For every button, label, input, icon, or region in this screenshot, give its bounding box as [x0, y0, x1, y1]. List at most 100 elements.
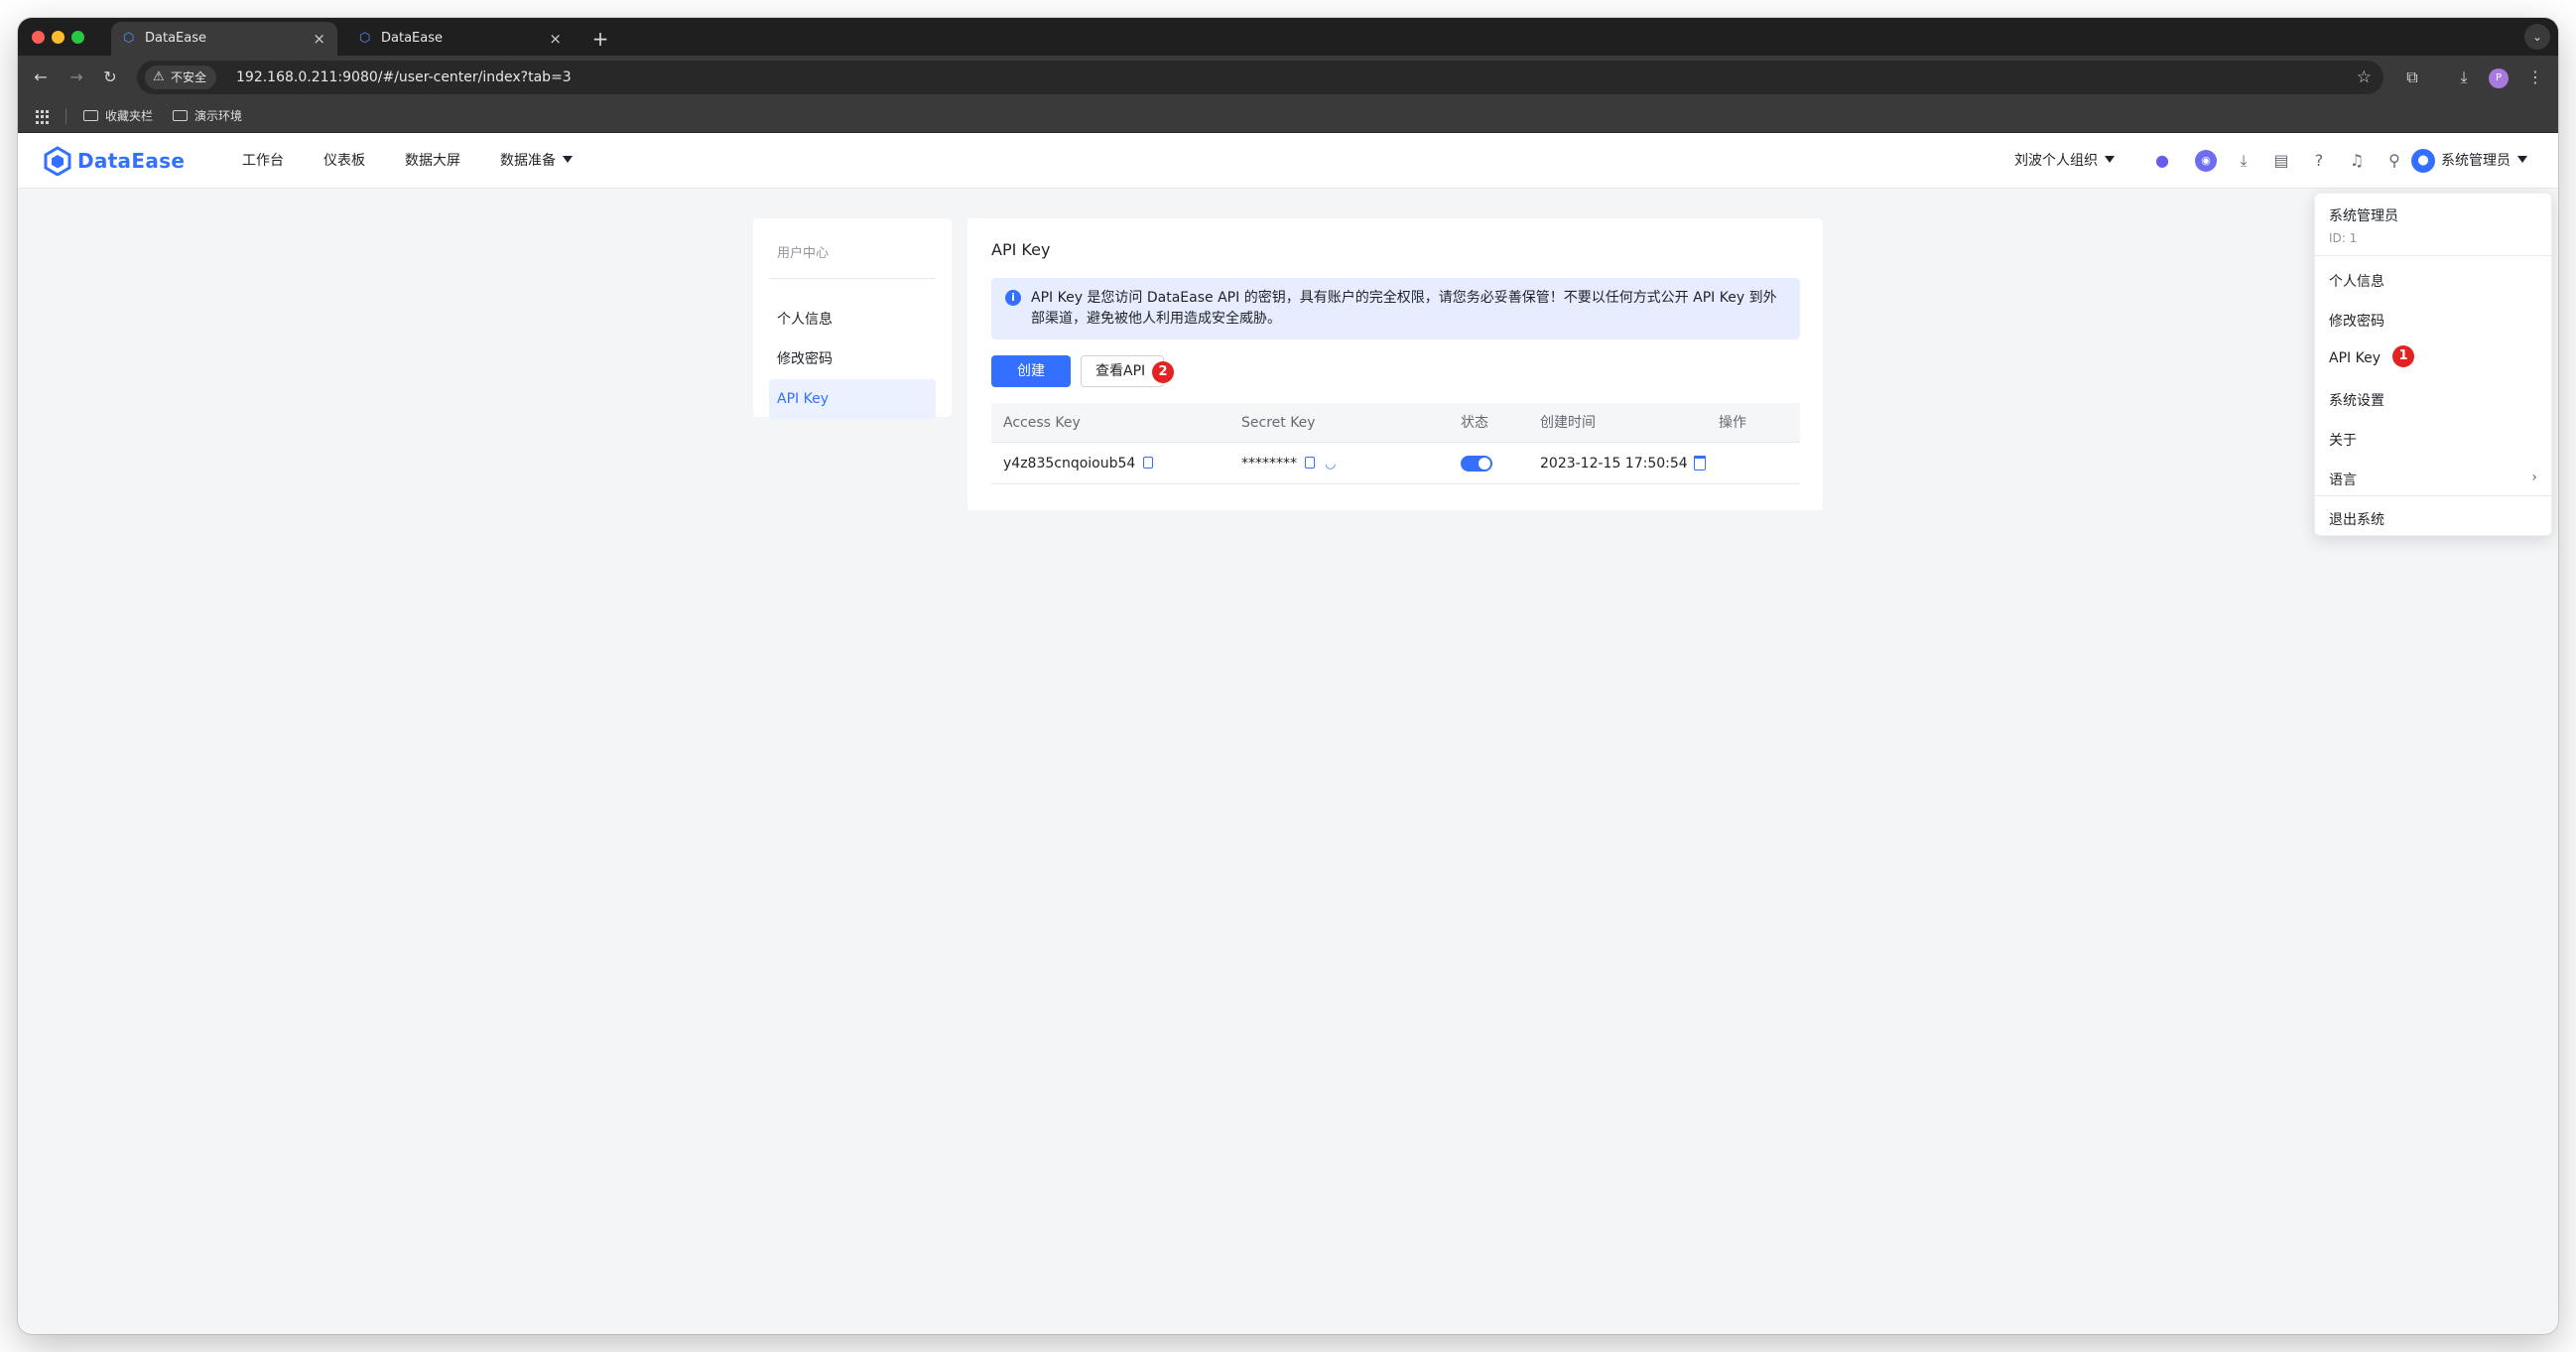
- org-switcher[interactable]: 刘波个人组织: [2014, 133, 2115, 189]
- app-header: DataEase 工作台 仪表板 数据大屏 数据准备 刘波个人组织 ● ◉ ⤓ …: [18, 133, 2558, 189]
- back-arrow-icon[interactable]: ←: [28, 65, 54, 90]
- bookmark-label: 收藏夹栏: [105, 109, 154, 123]
- menu-item-about[interactable]: 关于: [2329, 430, 2357, 450]
- secret-key-value: ********: [1241, 456, 1297, 472]
- api-key-notice: i API Key 是您访问 DataEase API 的密钥，具有账户的完全权…: [991, 278, 1800, 339]
- access-key-value: y4z835cnqoioub54: [1003, 456, 1136, 472]
- apps-grid-icon[interactable]: [36, 110, 50, 124]
- bookmarks-bar: 收藏夹栏 演示环境: [18, 99, 2558, 133]
- more-menu-icon[interactable]: ⋮: [2522, 65, 2548, 90]
- close-window-button[interactable]: [32, 31, 45, 44]
- menu-item-system-settings[interactable]: 系统设置: [2329, 390, 2384, 410]
- ai-bot-icon[interactable]: ●: [2151, 150, 2173, 172]
- dataease-favicon-icon: ⬡: [123, 31, 135, 46]
- download-icon[interactable]: ⤓: [2451, 65, 2477, 90]
- help-icon[interactable]: ?: [2308, 150, 2330, 172]
- tab-search-chevron-icon[interactable]: ⌄: [2524, 24, 2550, 50]
- nav-data-screen[interactable]: 数据大屏: [405, 133, 460, 189]
- column-created-at: 创建时间: [1540, 415, 1596, 431]
- caret-down-icon: [563, 156, 573, 163]
- column-access-key: Access Key: [1003, 415, 1081, 431]
- extensions-icon[interactable]: ⧉: [2399, 65, 2425, 90]
- menu-item-profile[interactable]: 个人信息: [2329, 271, 2384, 291]
- menu-item-password[interactable]: 修改密码: [2329, 311, 2384, 331]
- warning-icon: ⚠: [153, 69, 165, 84]
- security-indicator[interactable]: ⚠ 不安全: [145, 66, 217, 89]
- create-api-key-button[interactable]: 创建: [991, 355, 1071, 387]
- delete-icon[interactable]: [1694, 456, 1706, 471]
- profile-avatar[interactable]: P: [2489, 68, 2509, 88]
- tab-bar: ⬡ DataEase × ⬡ DataEase × + ⌄: [18, 18, 2558, 56]
- page-title: API Key: [991, 240, 1051, 259]
- sidebar-divider: [769, 278, 936, 279]
- dataease-favicon-icon: ⬡: [359, 31, 371, 46]
- bookmark-label: 演示环境: [194, 109, 243, 123]
- bookmark-folder-favorites[interactable]: 收藏夹栏: [83, 99, 153, 133]
- bookmark-star-icon[interactable]: ☆: [2357, 61, 2372, 94]
- close-tab-icon[interactable]: ×: [313, 22, 325, 56]
- notice-text: API Key 是您访问 DataEase API 的密钥，具有账户的完全权限，…: [1031, 290, 1777, 327]
- dropdown-user-name: 系统管理员: [2329, 208, 2398, 224]
- access-key-cell: y4z835cnqoioub54: [1003, 443, 1154, 484]
- copy-icon[interactable]: [1143, 457, 1154, 469]
- folder-icon: [173, 110, 188, 121]
- user-avatar-icon: ●: [2411, 149, 2435, 173]
- sidebar-item-api-key[interactable]: API Key: [769, 379, 936, 419]
- status-toggle[interactable]: [1461, 456, 1492, 472]
- sidebar-heading: 用户中心: [777, 246, 830, 261]
- caret-down-icon: [2517, 156, 2527, 163]
- chevron-right-icon: ›: [2531, 470, 2537, 485]
- created-at-cell: 2023-12-15 17:50:54: [1540, 456, 1688, 472]
- reload-icon[interactable]: ↻: [97, 65, 123, 90]
- new-tab-button[interactable]: +: [583, 22, 617, 56]
- copy-icon[interactable]: [1305, 457, 1315, 469]
- url-text[interactable]: 192.168.0.211:9080/#/user-center/index?t…: [236, 61, 572, 94]
- sidebar-item-password[interactable]: 修改密码: [769, 339, 936, 379]
- download-icon[interactable]: ⤓: [2233, 150, 2254, 172]
- template-market-icon[interactable]: ▤: [2270, 150, 2292, 172]
- bookmarks-divider: [65, 108, 66, 124]
- step-badge-2: 2: [1152, 361, 1174, 383]
- step-badge-1: 1: [2392, 345, 2414, 367]
- dropdown-user-id: ID: 1: [2329, 231, 2358, 245]
- bookmark-folder-demo[interactable]: 演示环境: [173, 99, 242, 133]
- org-structure-icon[interactable]: ⚲: [2383, 150, 2405, 172]
- nav-data-prep[interactable]: 数据准备: [500, 133, 573, 189]
- column-actions: 操作: [1719, 415, 1746, 431]
- minimize-window-button[interactable]: [52, 31, 64, 44]
- address-bar[interactable]: ⚠ 不安全 192.168.0.211:9080/#/user-center/i…: [137, 61, 2383, 94]
- column-secret-key: Secret Key: [1241, 415, 1316, 431]
- caret-down-icon: [2105, 156, 2115, 163]
- forward-arrow-icon[interactable]: →: [64, 65, 89, 90]
- menu-item-logout[interactable]: 退出系统: [2329, 509, 2384, 529]
- nav-data-prep-label: 数据准备: [500, 153, 556, 169]
- secret-key-cell: ******** ◡: [1241, 443, 1336, 485]
- browser-window: ⬡ DataEase × ⬡ DataEase × + ⌄ ← → ↻ ⚠ 不安…: [18, 18, 2558, 1334]
- close-tab-icon[interactable]: ×: [549, 22, 562, 56]
- user-center-sidebar: 用户中心 个人信息 修改密码 API Key: [753, 218, 952, 419]
- org-name: 刘波个人组织: [2014, 153, 2098, 169]
- chat-icon[interactable]: ◉: [2195, 150, 2217, 172]
- sidebar-item-profile[interactable]: 个人信息: [769, 300, 936, 339]
- user-name: 系统管理员: [2441, 153, 2511, 169]
- nav-dashboard[interactable]: 仪表板: [323, 133, 365, 189]
- eye-hidden-icon[interactable]: ◡: [1325, 444, 1336, 485]
- folder-icon: [83, 110, 98, 121]
- dropdown-divider: [2315, 495, 2551, 496]
- api-key-panel: API Key i API Key 是您访问 DataEase API 的密钥，…: [967, 218, 1823, 510]
- browser-tab-2[interactable]: ⬡ DataEase ×: [347, 22, 574, 56]
- user-dropdown-menu: 系统管理员 ID: 1 个人信息 修改密码 API Key 1 系统设置 关于 …: [2314, 193, 2552, 536]
- browser-toolbar: ← → ↻ ⚠ 不安全 192.168.0.211:9080/#/user-ce…: [18, 56, 2558, 99]
- brand-name: DataEase: [77, 149, 186, 173]
- dataease-logo-icon: [44, 146, 71, 176]
- maximize-window-button[interactable]: [71, 31, 84, 44]
- menu-item-language[interactable]: 语言: [2329, 470, 2357, 489]
- security-label: 不安全: [171, 70, 207, 84]
- notification-bell-icon[interactable]: ♫: [2346, 150, 2368, 172]
- menu-item-api-key[interactable]: API Key: [2329, 350, 2381, 366]
- user-menu-trigger[interactable]: ● 系统管理员: [2411, 133, 2527, 189]
- table-header: Access Key Secret Key 状态 创建时间 操作: [991, 403, 1800, 443]
- nav-workbench[interactable]: 工作台: [242, 133, 284, 189]
- info-icon: i: [1005, 290, 1021, 306]
- browser-tab-1[interactable]: ⬡ DataEase ×: [111, 22, 337, 56]
